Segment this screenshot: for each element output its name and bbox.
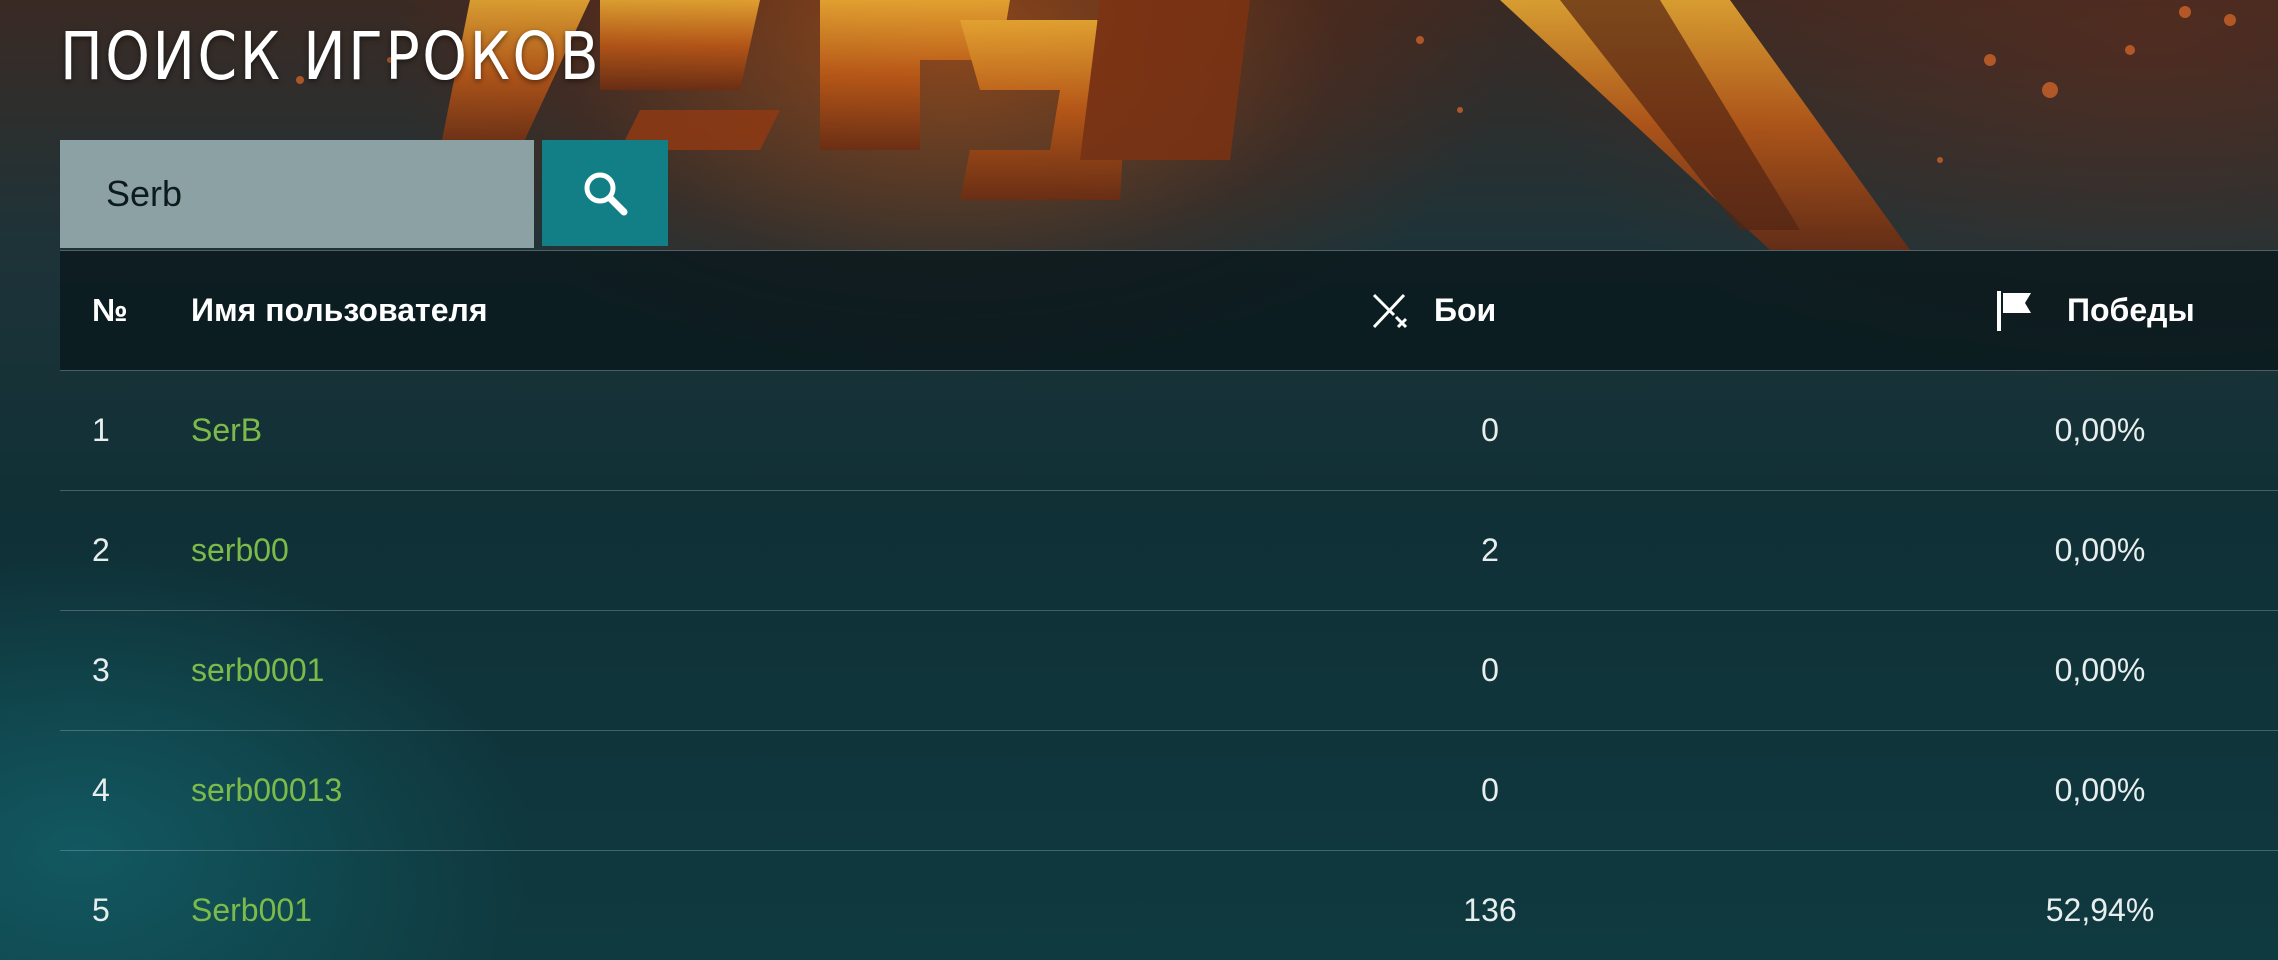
players-table: № Имя пользователя Бои Победы 1 SerB 0 0…	[60, 250, 2278, 960]
row-number: 2	[92, 532, 110, 568]
header-wins-label: Победы	[2067, 292, 2195, 328]
row-username-link[interactable]: Serb001	[191, 851, 312, 960]
header-number: №	[92, 292, 128, 328]
row-username-link[interactable]: SerB	[191, 371, 262, 490]
row-number: 5	[92, 892, 110, 928]
table-row: 5 Serb001 136 52,94%	[60, 850, 2278, 960]
search-button[interactable]	[542, 140, 668, 246]
header-battles-label: Бои	[1434, 292, 1497, 328]
row-username-link[interactable]: serb00	[191, 491, 289, 610]
table-row: 1 SerB 0 0,00%	[60, 370, 2278, 490]
table-row: 4 serb00013 0 0,00%	[60, 730, 2278, 850]
row-battles: 0	[1481, 412, 1499, 448]
row-battles: 0	[1481, 772, 1499, 808]
table-row: 3 serb0001 0 0,00%	[60, 610, 2278, 730]
row-username-link[interactable]: serb00013	[191, 731, 342, 850]
flag-icon	[1995, 289, 2033, 333]
row-username-link[interactable]: serb0001	[191, 611, 324, 730]
header-username: Имя пользователя	[191, 292, 488, 328]
row-number: 3	[92, 652, 110, 688]
search-icon	[581, 169, 629, 217]
row-battles: 136	[1463, 892, 1517, 928]
row-battles: 2	[1481, 532, 1499, 568]
search-input[interactable]	[60, 140, 534, 248]
search-bar	[60, 140, 668, 248]
table-header-row: № Имя пользователя Бои Победы	[60, 250, 2278, 370]
header-battles[interactable]: Бои	[1370, 251, 1496, 370]
page-title: ПОИСК ИГРОКОВ	[60, 18, 602, 95]
row-number: 1	[92, 412, 110, 448]
row-wins: 0,00%	[2054, 532, 2146, 568]
crossed-swords-icon	[1370, 291, 1410, 331]
row-battles: 0	[1481, 652, 1499, 688]
row-number: 4	[92, 772, 110, 808]
row-wins: 0,00%	[2054, 652, 2146, 688]
row-wins: 0,00%	[2054, 412, 2146, 448]
table-row: 2 serb00 2 0,00%	[60, 490, 2278, 610]
row-wins: 0,00%	[2054, 772, 2146, 808]
header-wins[interactable]: Победы	[1995, 251, 2195, 370]
row-wins: 52,94%	[2045, 892, 2155, 928]
